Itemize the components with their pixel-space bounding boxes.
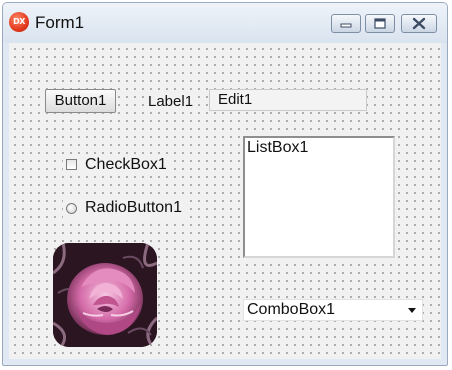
button1[interactable]: Button1 [45,89,116,113]
combobox1-value[interactable]: ComboBox1 [247,301,335,319]
radiobutton1[interactable]: RadioButton1 [63,198,186,218]
radiobutton1-label[interactable]: RadioButton1 [85,198,182,218]
label1: Label1 [148,93,194,111]
title-bar[interactable]: DX Form1 [3,3,447,43]
maximize-button[interactable] [365,14,395,33]
minimize-icon [340,23,352,28]
checkbox1-label[interactable]: CheckBox1 [85,155,167,175]
minimize-button[interactable] [331,14,361,33]
form-window: DX Form1 Button1 Label1 Edit1 CheckBox1 [2,2,448,366]
listbox1-item[interactable]: ListBox1 [247,139,308,157]
close-button[interactable] [401,14,437,33]
checkbox1-box[interactable] [66,159,77,170]
rose-picture [53,243,157,347]
app-icon[interactable]: DX [9,12,29,32]
chevron-down-icon[interactable] [408,308,416,313]
maximize-icon [374,18,386,29]
window-title: Form1 [35,13,85,32]
form-client-area: Button1 Label1 Edit1 CheckBox1 RadioButt… [9,43,441,359]
checkbox1[interactable]: CheckBox1 [63,155,171,175]
close-icon [412,17,426,30]
rose-image [53,243,157,347]
combobox1[interactable]: ComboBox1 [243,299,423,321]
listbox1[interactable]: ListBox1 [243,136,395,258]
edit1-field[interactable]: Edit1 [209,89,367,111]
radiobutton1-circle[interactable] [66,203,77,214]
